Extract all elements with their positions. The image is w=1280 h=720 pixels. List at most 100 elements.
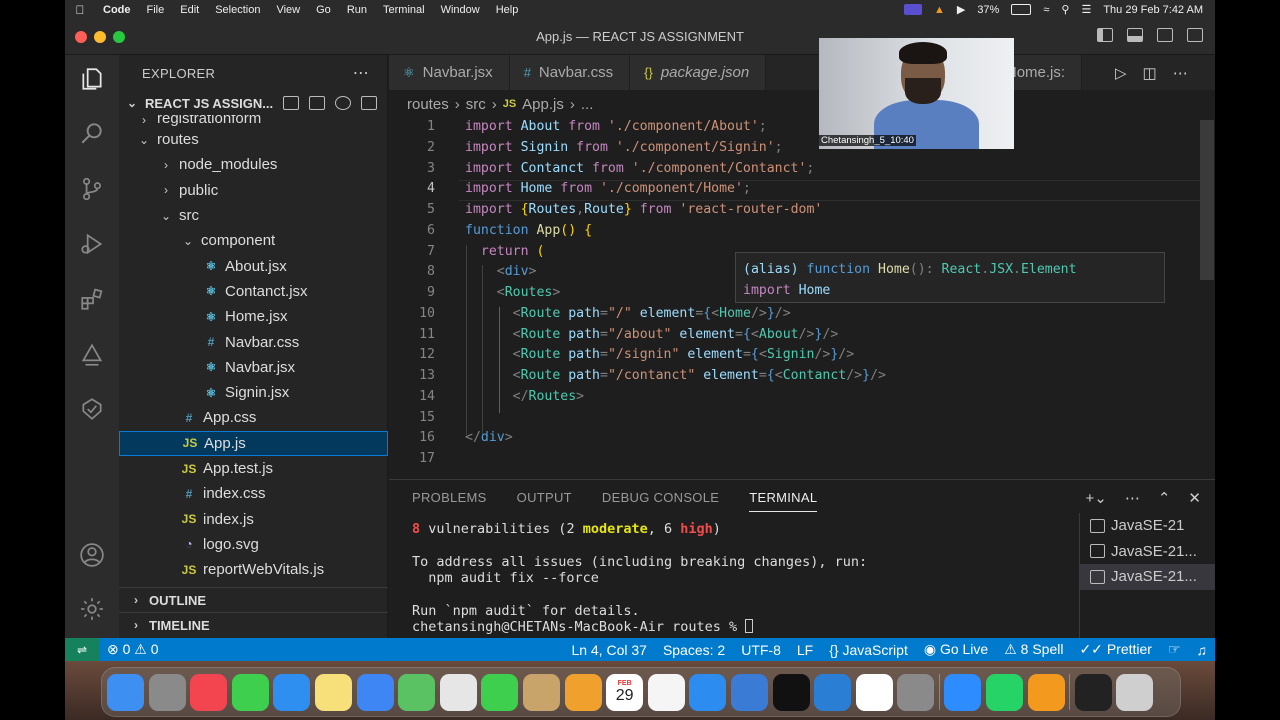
terminal-cursor[interactable] <box>745 619 754 634</box>
tree-item[interactable]: JS reportWebVitals.js <box>119 557 388 582</box>
tree-item[interactable]: ⌄ routes <box>119 127 388 152</box>
terminal-instance[interactable]: JavaSE-21... <box>1080 564 1215 590</box>
go-live-button[interactable]: ◉ Go Live <box>916 641 996 658</box>
toggle-panel-icon[interactable] <box>1127 28 1143 42</box>
wifi-icon[interactable]: ≈ <box>1043 4 1049 16</box>
chrome-icon[interactable] <box>855 673 893 711</box>
tree-item[interactable]: ⚛ Home.jsx <box>119 304 388 329</box>
notes-icon[interactable] <box>314 673 352 711</box>
tv-icon[interactable] <box>772 673 810 711</box>
menu-go[interactable]: Go <box>308 4 339 16</box>
editor-tab[interactable]: ⚛ Navbar.jsx <box>389 55 510 90</box>
explorer-icon[interactable] <box>78 65 106 93</box>
toggle-sidebar-icon[interactable] <box>1097 28 1113 42</box>
problems-status[interactable]: ⊗ 0 ⚠ 0 <box>99 641 167 658</box>
settings-gear-icon[interactable] <box>78 595 106 623</box>
finder-icon[interactable] <box>107 673 144 711</box>
keynote-icon[interactable] <box>522 673 560 711</box>
toggle-secondary-sidebar-icon[interactable] <box>1157 28 1173 42</box>
tree-item[interactable]: # App.css <box>119 405 388 430</box>
accounts-icon[interactable] <box>78 541 106 569</box>
menu-app-name[interactable]: Code <box>95 4 139 16</box>
tree-item[interactable]: › public <box>119 178 388 203</box>
whatsapp-icon[interactable] <box>986 673 1024 711</box>
tree-item[interactable]: ◔ logo.svg <box>119 532 388 557</box>
cursor-position[interactable]: Ln 4, Col 37 <box>563 642 655 658</box>
editor-scrollbar[interactable] <box>1200 120 1214 280</box>
new-folder-icon[interactable] <box>309 96 326 110</box>
timeline-section[interactable]: › TIMELINE <box>119 612 388 637</box>
maximize-panel-icon[interactable]: ⌃ <box>1158 489 1171 507</box>
tree-item[interactable]: ⌄ component <box>119 228 388 253</box>
menu-help[interactable]: Help <box>488 4 527 16</box>
tab-terminal[interactable]: TERMINAL <box>749 490 818 512</box>
new-terminal-icon[interactable]: +⌄ <box>1086 489 1107 507</box>
run-icon[interactable]: ▷ <box>1115 64 1127 82</box>
more-icon[interactable]: ⋯ <box>1173 64 1188 82</box>
launchpad-icon[interactable] <box>148 673 186 711</box>
menu-file[interactable]: File <box>139 4 173 16</box>
tab-debug-console[interactable]: DEBUG CONSOLE <box>602 490 719 512</box>
terminal-icon[interactable] <box>1074 673 1112 711</box>
datetime[interactable]: Thu 29 Feb 7:42 AM <box>1103 4 1203 16</box>
notifications-bell-icon[interactable]: ♫ <box>1189 642 1216 658</box>
breadcrumb-routes[interactable]: routes <box>407 96 449 113</box>
vscode-icon[interactable] <box>814 673 852 711</box>
zoom-icon[interactable] <box>944 673 982 711</box>
tree-item[interactable]: › registrationform <box>119 115 388 127</box>
messages-icon[interactable] <box>231 673 269 711</box>
tree-item[interactable]: JS App.test.js <box>119 456 388 481</box>
screen-share-icon[interactable] <box>903 4 922 15</box>
tree-item[interactable]: # Navbar.css <box>119 329 388 354</box>
menu-window[interactable]: Window <box>433 4 488 16</box>
search-icon[interactable] <box>78 119 106 147</box>
feedback-icon[interactable]: ☞ <box>1160 641 1189 658</box>
facetime-icon[interactable] <box>481 673 519 711</box>
tree-item[interactable]: ⌄ src <box>119 203 388 228</box>
sketch-icon[interactable] <box>564 673 602 711</box>
breadcrumb-more[interactable]: ... <box>581 96 594 113</box>
tree-item[interactable]: › node_modules <box>119 152 388 177</box>
maps-icon[interactable] <box>398 673 436 711</box>
more-icon[interactable]: ⋯ <box>1125 489 1140 507</box>
testing-icon[interactable] <box>78 395 106 423</box>
menu-selection[interactable]: Selection <box>207 4 268 16</box>
tab-problems[interactable]: PROBLEMS <box>412 490 487 512</box>
calendar-icon[interactable]: FEB 29 <box>606 673 644 711</box>
terminal-instance[interactable]: JavaSE-21 <box>1080 513 1215 539</box>
breadcrumb-src[interactable]: src <box>466 96 486 113</box>
close-panel-icon[interactable]: ✕ <box>1188 489 1201 507</box>
terminal-output[interactable]: 8 vulnerabilities (2 moderate, 6 high) T… <box>412 521 867 636</box>
new-file-icon[interactable] <box>283 96 300 110</box>
spell-check[interactable]: ⚠ 8 Spell <box>996 641 1071 658</box>
encoding[interactable]: UTF-8 <box>733 642 789 658</box>
mail-icon[interactable] <box>356 673 394 711</box>
tree-item[interactable]: ⚛ Contanct.jsx <box>119 279 388 304</box>
apple-icon[interactable]:  <box>65 3 95 17</box>
outline-section[interactable]: › OUTLINE <box>119 587 388 612</box>
prettier-status[interactable]: ✓✓ Prettier <box>1071 641 1159 658</box>
search-icon[interactable]: ⚲ <box>1061 3 1069 16</box>
tree-item[interactable]: ⚛ About.jsx <box>119 253 388 278</box>
more-actions-icon[interactable]: ⋯ <box>353 63 369 83</box>
run-debug-icon[interactable] <box>78 230 106 258</box>
language-mode[interactable]: {} JavaScript <box>821 642 916 658</box>
appstore-icon[interactable] <box>689 673 727 711</box>
play-icon[interactable]: ▶ <box>957 3 965 16</box>
safari-icon[interactable] <box>273 673 311 711</box>
trash-icon[interactable] <box>1116 673 1154 711</box>
terminal-instance[interactable]: JavaSE-21... <box>1080 539 1215 565</box>
tree-item[interactable]: ⚛ Navbar.jsx <box>119 355 388 380</box>
tree-item[interactable]: # index.css <box>119 481 388 506</box>
vlc-menubar-icon[interactable]: ▲ <box>934 4 945 16</box>
tab-output[interactable]: OUTPUT <box>517 490 572 512</box>
keynote2-icon[interactable] <box>730 673 768 711</box>
photos-icon[interactable] <box>439 673 477 711</box>
editor-tab[interactable]: {} package.json <box>630 55 767 90</box>
battery-icon[interactable] <box>1011 4 1032 15</box>
reminders-icon[interactable] <box>647 673 685 711</box>
customize-layout-icon[interactable] <box>1187 28 1203 42</box>
refresh-icon[interactable] <box>335 96 352 110</box>
extensions-icon[interactable] <box>78 285 106 313</box>
deploy-icon[interactable] <box>78 341 106 369</box>
